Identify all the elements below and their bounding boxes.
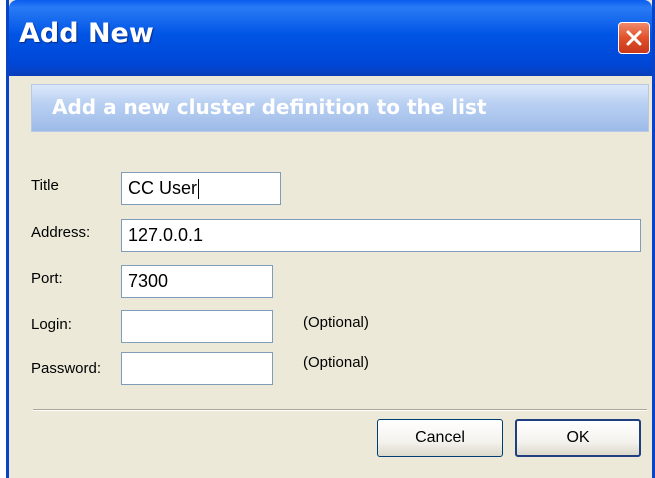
password-label: Password: bbox=[31, 360, 102, 377]
login-label: Login: bbox=[31, 316, 72, 333]
button-divider bbox=[33, 409, 647, 411]
text-cursor bbox=[198, 179, 200, 200]
port-field[interactable]: 7300 bbox=[121, 265, 273, 298]
dialog-body: Add a new cluster definition to the list… bbox=[9, 76, 652, 478]
port-label: Port: bbox=[31, 270, 63, 287]
title-field[interactable]: CC User bbox=[121, 172, 281, 205]
close-button[interactable] bbox=[618, 22, 650, 54]
title-field-value: CC User bbox=[128, 178, 198, 198]
password-field[interactable] bbox=[121, 352, 273, 385]
add-new-dialog: Add New Add a new cluster definition to … bbox=[6, 0, 655, 478]
cancel-button[interactable]: Cancel bbox=[377, 419, 503, 457]
login-optional-hint: (Optional) bbox=[303, 314, 369, 331]
title-label: Title bbox=[31, 177, 59, 194]
address-label: Address: bbox=[31, 224, 91, 241]
banner-text: Add a new cluster definition to the list bbox=[52, 95, 487, 119]
header-banner: Add a new cluster definition to the list bbox=[31, 84, 649, 132]
title-bar[interactable]: Add New bbox=[9, 0, 652, 76]
address-field[interactable]: 127.0.0.1 bbox=[121, 219, 641, 252]
ok-button[interactable]: OK bbox=[515, 419, 641, 457]
login-field[interactable] bbox=[121, 310, 273, 343]
password-optional-hint: (Optional) bbox=[303, 354, 369, 371]
window-title: Add New bbox=[19, 18, 154, 49]
close-icon bbox=[625, 29, 643, 47]
